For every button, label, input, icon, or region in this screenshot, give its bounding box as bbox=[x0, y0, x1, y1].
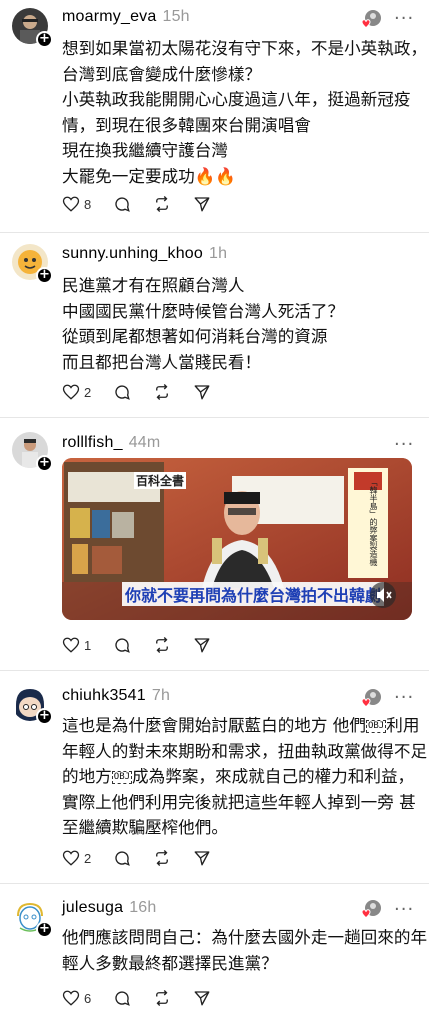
repost-button[interactable] bbox=[153, 989, 171, 1007]
comment-button[interactable] bbox=[113, 636, 131, 654]
repost-icon bbox=[156, 850, 169, 866]
send-icon bbox=[194, 851, 210, 866]
more-options-icon[interactable]: ··· bbox=[394, 10, 414, 28]
post-moarmy-eva: + moarmy_eva 15h ··· 想到如果當初太陽花沒有守下來，不是小英執… bbox=[0, 0, 429, 232]
side-banner-label: 「韓半島」的弊案製造機 bbox=[369, 478, 378, 566]
comment-icon bbox=[115, 638, 131, 653]
follow-plus-icon[interactable]: + bbox=[36, 921, 53, 938]
heart-icon bbox=[62, 637, 80, 653]
repost-button[interactable] bbox=[153, 383, 171, 401]
post-chiuhk3541: + chiuhk3541 7h ··· 這也是為什麼會開始討厭藍白的地方 他們 OB… bbox=[0, 671, 429, 883]
comment-button[interactable] bbox=[113, 195, 131, 213]
post-text: 想到如果當初太陽花沒有守下來，不是小英執政， 台灣到底會變成什麼慘樣？ 小英執政… bbox=[62, 39, 428, 186]
send-icon bbox=[194, 385, 210, 400]
username[interactable]: moarmy_eva 15h bbox=[62, 8, 190, 26]
heart-icon bbox=[62, 196, 80, 212]
like-count: 6 bbox=[84, 990, 92, 1006]
username[interactable]: chiuhk3541 7h bbox=[62, 687, 170, 705]
like-count: 8 bbox=[84, 196, 92, 212]
comment-icon bbox=[115, 851, 131, 866]
share-button[interactable] bbox=[193, 383, 211, 401]
post-text: 他們應該問問自己：為什麼去國外走一趟回來的年 輕人多數最終都選擇民進黨？ bbox=[62, 928, 428, 973]
username[interactable]: rolllfish_ 44m bbox=[62, 434, 160, 452]
username[interactable]: sunny.unhing_khoo 1h bbox=[62, 245, 227, 263]
post-actions: 2 bbox=[62, 848, 233, 868]
heart-icon bbox=[62, 990, 80, 1006]
liked-by-avatar-icon bbox=[360, 687, 384, 711]
post-actions: 6 bbox=[62, 988, 233, 1008]
post-actions: 2 bbox=[62, 382, 233, 402]
like-button[interactable]: 2 bbox=[62, 383, 91, 401]
like-button[interactable]: 8 bbox=[62, 195, 91, 213]
send-icon bbox=[194, 197, 210, 212]
repost-button[interactable] bbox=[153, 849, 171, 867]
liked-by-avatar-icon bbox=[360, 8, 384, 32]
comment-button[interactable] bbox=[113, 989, 131, 1007]
follow-plus-icon[interactable]: + bbox=[36, 31, 53, 48]
heart-icon bbox=[62, 384, 80, 400]
post-time: 44m bbox=[128, 434, 161, 451]
video-caption: 你就不要再問為什麼台灣拍不出韓劇 bbox=[122, 582, 385, 606]
share-button[interactable] bbox=[193, 989, 211, 1007]
like-count: 2 bbox=[84, 850, 92, 866]
repost-button[interactable] bbox=[153, 195, 171, 213]
username[interactable]: julesuga 16h bbox=[62, 899, 157, 917]
like-count: 2 bbox=[84, 384, 92, 400]
comment-button[interactable] bbox=[113, 383, 131, 401]
share-button[interactable] bbox=[193, 195, 211, 213]
post-time: 16h bbox=[129, 899, 157, 916]
follow-plus-icon[interactable]: + bbox=[36, 455, 53, 472]
post-actions: 1 bbox=[62, 635, 233, 655]
post-time: 7h bbox=[151, 687, 171, 704]
post-time: 1h bbox=[209, 245, 228, 262]
comment-icon bbox=[115, 991, 131, 1006]
post-julesuga: + julesuga 16h ··· 他們應該問問自己：為什麼去國外走一趟回來的年… bbox=[0, 884, 429, 1024]
heart-icon bbox=[62, 850, 80, 866]
object-placeholder: OBJ bbox=[365, 720, 387, 733]
post-text: 這也是為什麼會開始討厭藍白的地方 他們 OBJ 利用 年輕人的對未來期盼和需求，扭曲… bbox=[62, 716, 428, 837]
share-button[interactable] bbox=[193, 849, 211, 867]
book-label: 百科全書 bbox=[134, 472, 187, 489]
post-time: 15h bbox=[162, 8, 190, 25]
like-button[interactable]: 1 bbox=[62, 636, 91, 654]
follow-plus-icon[interactable]: + bbox=[36, 267, 53, 284]
comment-button[interactable] bbox=[113, 849, 131, 867]
more-options-icon[interactable]: ··· bbox=[394, 901, 414, 919]
comment-icon bbox=[115, 197, 131, 212]
like-button[interactable]: 6 bbox=[62, 989, 91, 1007]
object-placeholder: OBJ bbox=[111, 771, 133, 784]
repost-icon bbox=[156, 384, 169, 400]
repost-icon bbox=[156, 196, 169, 212]
repost-icon bbox=[156, 990, 169, 1006]
like-button[interactable]: 2 bbox=[62, 849, 91, 867]
more-options-icon[interactable]: ··· bbox=[394, 436, 414, 454]
follow-plus-icon[interactable]: + bbox=[36, 708, 53, 725]
send-icon bbox=[194, 638, 210, 653]
repost-button[interactable] bbox=[153, 636, 171, 654]
repost-icon bbox=[156, 637, 169, 653]
more-options-icon[interactable]: ··· bbox=[394, 689, 414, 707]
share-button[interactable] bbox=[193, 636, 211, 654]
like-count: 1 bbox=[84, 637, 92, 653]
post-text: 民進黨才有在照顧台灣人 中國國民黨什麼時候管台灣人死活了？ 從頭到尾都想著如何消… bbox=[62, 276, 345, 372]
post-actions: 8 bbox=[62, 194, 233, 214]
post-rolllfish: + rolllfish_ 44m ··· 百科全書 「韓半島」的弊案製造機 你就… bbox=[0, 418, 429, 670]
video-thumbnail[interactable]: 百科全書 「韓半島」的弊案製造機 你就不要再問為什麼台灣拍不出韓劇 bbox=[62, 458, 412, 620]
comment-icon bbox=[115, 385, 131, 400]
post-sunny-unhing-khoo: + sunny.unhing_khoo 1h 民進黨才有在照顧台灣人 中國國民黨什… bbox=[0, 233, 429, 417]
send-icon bbox=[194, 991, 210, 1006]
liked-by-avatar-icon bbox=[360, 898, 384, 922]
mute-icon[interactable] bbox=[370, 582, 396, 608]
